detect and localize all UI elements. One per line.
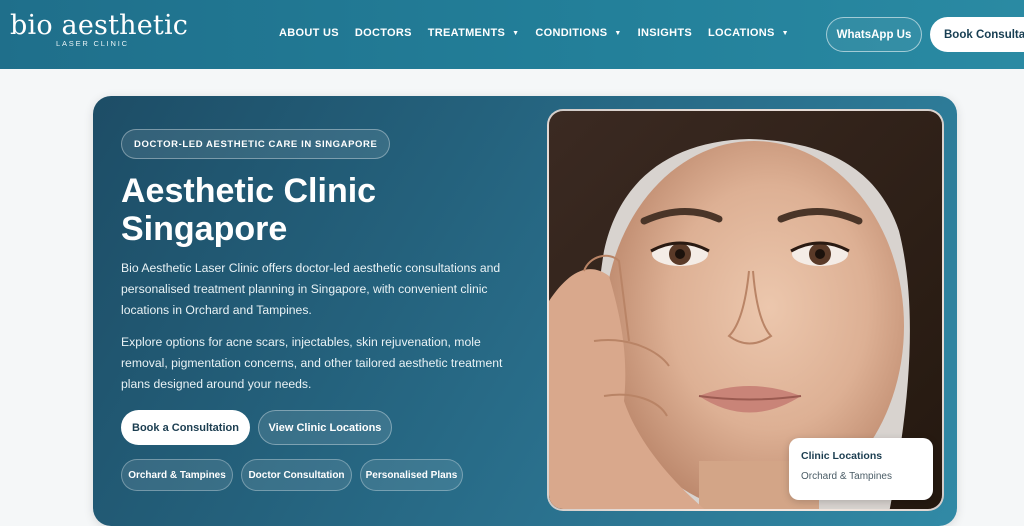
hero-treatments-paragraph: Explore options for acne scars, injectab… xyxy=(121,335,503,391)
caret-down-icon: ▼ xyxy=(512,29,520,37)
hero-title: Aesthetic Clinic Singapore xyxy=(121,172,377,248)
caret-down-icon: ▼ xyxy=(781,29,789,37)
site-logo[interactable]: bio aesthetic LASER CLINIC xyxy=(10,10,189,49)
hero-portrait-image: Clinic Locations Orchard & Tampines xyxy=(547,109,944,511)
nav-label: TREATMENTS xyxy=(427,27,506,39)
nav-conditions[interactable]: CONDITIONS ▼ xyxy=(535,27,621,39)
chip-orchard-tampines[interactable]: Orchard & Tampines xyxy=(121,459,233,491)
clinic-locations-card[interactable]: Clinic Locations Orchard & Tampines xyxy=(789,438,933,500)
nav-treatments[interactable]: TREATMENTS ▼ xyxy=(428,27,520,39)
nav-label: INSIGHTS xyxy=(637,27,692,39)
book-consultation-button[interactable]: Book a Consultation xyxy=(121,410,250,445)
hero-section: DOCTOR-LED AESTHETIC CARE IN SINGAPORE A… xyxy=(93,96,957,526)
nav-about-us[interactable]: ABOUT US xyxy=(279,27,339,39)
site-header: bio aesthetic LASER CLINIC ABOUT US DOCT… xyxy=(0,0,1024,69)
whatsapp-button[interactable]: WhatsApp Us xyxy=(826,17,922,52)
clinic-locations-subtitle: Orchard & Tampines xyxy=(801,471,892,482)
chip-personalised-plans[interactable]: Personalised Plans xyxy=(360,459,463,491)
chip-doctor-consultation[interactable]: Doctor Consultation xyxy=(241,459,352,491)
nav-locations[interactable]: LOCATIONS ▼ xyxy=(708,27,789,39)
nav-label: LOCATIONS xyxy=(708,27,775,39)
nav-insights[interactable]: INSIGHTS xyxy=(638,27,692,39)
clinic-locations-title: Clinic Locations xyxy=(801,450,883,462)
main-nav: ABOUT US DOCTORS TREATMENTS ▼ CONDITIONS ▼… xyxy=(279,27,805,39)
nav-doctors[interactable]: DOCTORS xyxy=(355,27,412,39)
nav-label: DOCTORS xyxy=(354,27,412,39)
nav-label: ABOUT US xyxy=(279,27,339,39)
caret-down-icon: ▼ xyxy=(614,29,622,37)
book-consultation-header-button[interactable]: Book Consultation xyxy=(930,17,1024,52)
logo-wordmark: bio aesthetic xyxy=(10,10,189,41)
view-locations-button[interactable]: View Clinic Locations xyxy=(258,410,392,445)
hero-intro-paragraph: Bio Aesthetic Laser Clinic offers doctor… xyxy=(121,261,501,317)
hero-badge: DOCTOR-LED AESTHETIC CARE IN SINGAPORE xyxy=(121,129,391,159)
nav-label: CONDITIONS xyxy=(535,27,608,39)
